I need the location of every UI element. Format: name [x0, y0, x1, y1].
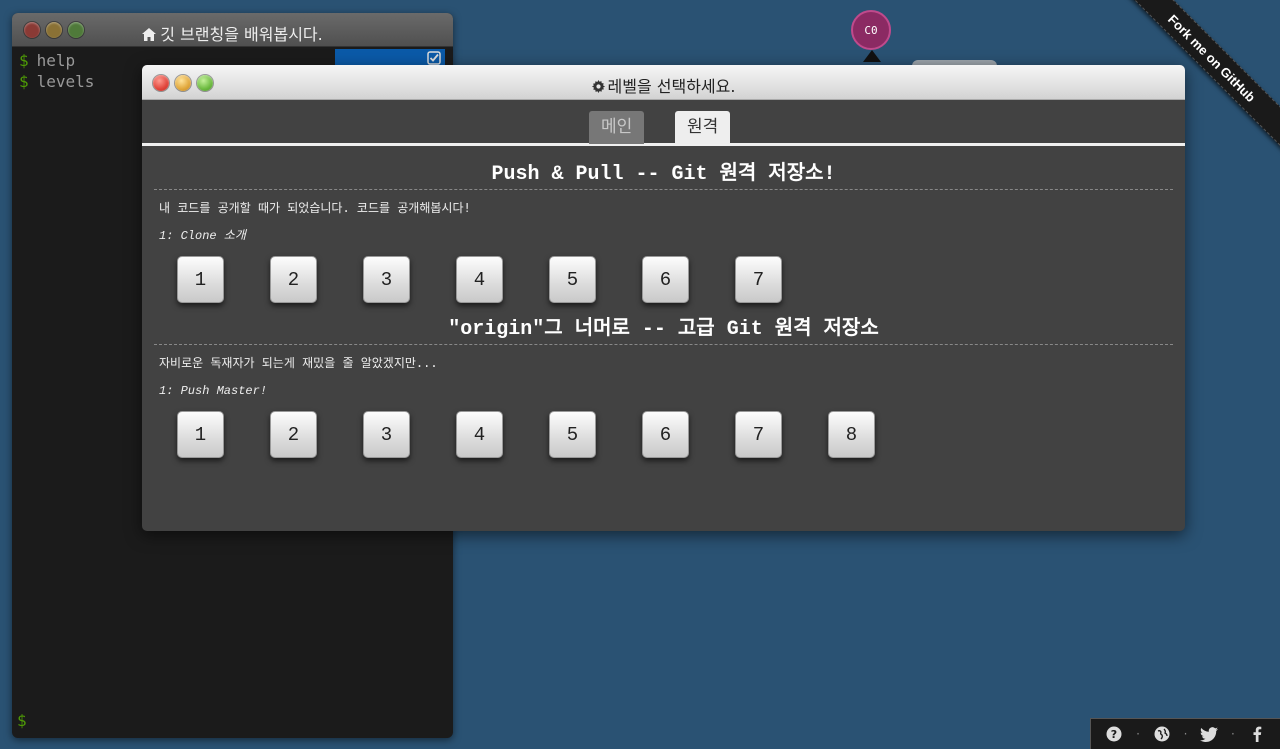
twitter-icon[interactable]: [1200, 725, 1219, 743]
tab-main[interactable]: 메인: [589, 111, 645, 144]
level-select-modal: 레벨을 선택하세요. 메인 원격 Push & Pull -- Git 원격 저…: [142, 65, 1185, 531]
commit-node: C0: [851, 10, 891, 50]
terminal-title-text: 깃 브랜칭을 배워봅시다.: [160, 25, 323, 44]
terminal-titlebar: 깃 브랜칭을 배워봅시다.: [12, 13, 453, 47]
selected-level-name: 1: Clone 소개: [159, 229, 246, 243]
level-button-row: 1 2 3 4 5 6 7 8: [142, 411, 1185, 471]
level-button[interactable]: 6: [642, 256, 689, 303]
modal-title: 레벨을 선택하세요.: [142, 73, 1185, 97]
separator: ·: [1230, 727, 1235, 741]
terminal-title: 깃 브랜칭을 배워봅시다.: [12, 21, 453, 45]
separator: ·: [1183, 727, 1188, 741]
modal-titlebar: 레벨을 선택하세요.: [142, 65, 1185, 100]
level-button[interactable]: 6: [642, 411, 689, 458]
level-button[interactable]: 1: [177, 256, 224, 303]
level-button[interactable]: 7: [735, 411, 782, 458]
level-button[interactable]: 2: [270, 256, 317, 303]
tab-bar: 메인 원격: [142, 100, 1185, 146]
home-icon: [142, 28, 157, 41]
level-button-row: 1 2 3 4 5 6 7: [142, 256, 1185, 316]
social-icon-bar: ? · · ·: [1090, 718, 1280, 749]
level-button[interactable]: 5: [549, 411, 596, 458]
facebook-icon[interactable]: [1248, 725, 1266, 743]
level-button[interactable]: 3: [363, 411, 410, 458]
selected-level-name: 1: Push Master!: [159, 384, 268, 398]
sequence-description: 자비로운 독재자가 되는게 재밌을 줄 알았겠지만...: [159, 356, 438, 370]
level-button[interactable]: 4: [456, 256, 503, 303]
level-button[interactable]: 5: [549, 256, 596, 303]
svg-text:?: ?: [1111, 728, 1117, 741]
level-button[interactable]: 2: [270, 411, 317, 458]
check-square-icon: [427, 51, 441, 65]
terminal-command: levels: [36, 72, 95, 91]
level-button[interactable]: 8: [828, 411, 875, 458]
level-sequence: "origin"그 너머로 -- 고급 Git 원격 저장소 자비로운 독재자가…: [142, 316, 1185, 471]
level-button[interactable]: 3: [363, 256, 410, 303]
sequence-description: 내 코드를 공개할 때가 되었습니다. 코드를 공개해봅시다!: [159, 201, 471, 215]
level-button[interactable]: 4: [456, 411, 503, 458]
gear-icon: [591, 80, 605, 93]
level-button[interactable]: 1: [177, 411, 224, 458]
separator: ·: [1136, 727, 1140, 741]
globe-icon[interactable]: [1153, 725, 1171, 743]
modal-title-text: 레벨을 선택하세요.: [607, 77, 736, 96]
level-sequence: Push & Pull -- Git 원격 저장소! 내 코드를 공개할 때가 …: [142, 146, 1185, 316]
sequence-title: "origin"그 너머로 -- 고급 Git 원격 저장소: [448, 318, 879, 341]
prompt-symbol: $: [19, 51, 29, 70]
tab-remote[interactable]: 원격: [675, 111, 731, 144]
prompt-symbol: $: [19, 72, 29, 91]
level-button[interactable]: 7: [735, 256, 782, 303]
branch-arrow-icon: [863, 50, 881, 62]
sequence-title: Push & Pull -- Git 원격 저장소!: [491, 163, 836, 186]
terminal-command: help: [36, 51, 76, 70]
terminal-input-prompt[interactable]: $: [17, 711, 27, 730]
help-icon[interactable]: ?: [1105, 725, 1123, 743]
